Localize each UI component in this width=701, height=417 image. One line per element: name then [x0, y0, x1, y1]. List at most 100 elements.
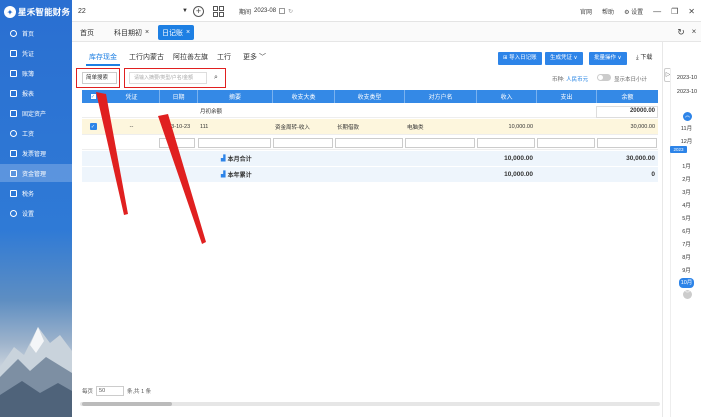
sidebar-item-fixed-assets[interactable]: 固定资产: [0, 104, 72, 122]
col-expense[interactable]: 支出: [536, 90, 596, 103]
settings-link[interactable]: ⚙ 设置: [624, 7, 643, 16]
refresh-icon[interactable]: ↻: [675, 26, 687, 38]
apps-button[interactable]: [213, 0, 224, 22]
minimize-icon[interactable]: —: [653, 7, 661, 16]
row-checkbox[interactable]: ✓: [89, 123, 97, 130]
chart-icon: ▟: [221, 156, 226, 162]
download-button[interactable]: ⤓ 下载: [636, 52, 652, 65]
date-range-end[interactable]: 2023-10: [672, 87, 701, 98]
chevron-down-icon: ﹀: [258, 54, 266, 61]
close-tab-icon[interactable]: ×: [145, 29, 149, 36]
pagination: 每页 50 条,共 1 条: [82, 386, 152, 396]
new-summary-input[interactable]: [198, 138, 271, 148]
close-all-icon[interactable]: ×: [689, 26, 699, 38]
daily-subtotal-toggle[interactable]: [597, 74, 611, 81]
subtab-more[interactable]: 更多 ﹀: [240, 50, 269, 66]
page-size-input[interactable]: 50: [96, 386, 125, 396]
import-icon: ⊞: [503, 55, 508, 61]
new-counterparty-input[interactable]: [405, 138, 475, 148]
help-link[interactable]: 帮助: [602, 7, 614, 16]
settings-icon: [10, 209, 17, 217]
month-item[interactable]: 5月: [671, 214, 701, 224]
account-selector[interactable]: 22: [78, 0, 86, 22]
sidebar-item-home[interactable]: 首页: [0, 24, 72, 42]
month-item[interactable]: 2月: [671, 175, 701, 185]
new-expense-input[interactable]: [537, 138, 595, 148]
scroll-down-icon[interactable]: ︾: [683, 290, 692, 299]
month-item[interactable]: 7月: [671, 240, 701, 250]
select-all-cell[interactable]: ✓: [82, 90, 104, 103]
tab-journal[interactable]: 日记账 ×: [158, 25, 195, 40]
row-date: 2023-10-23: [162, 123, 191, 130]
col-counterparty: 对方户名: [404, 90, 476, 103]
new-type-input[interactable]: [335, 138, 403, 148]
account-dropdown-icon[interactable]: ▼: [182, 0, 188, 22]
opening-balance-label: 月初余额: [200, 108, 223, 115]
tab-home[interactable]: 首页: [76, 25, 98, 40]
close-icon[interactable]: ✕: [688, 7, 695, 16]
subtab-cash[interactable]: 库存现金: [86, 50, 120, 66]
add-button[interactable]: +: [193, 0, 204, 22]
col-income[interactable]: 收入: [476, 90, 536, 103]
subtab-icbc[interactable]: 工行: [214, 50, 234, 66]
col-summary: 摘要: [197, 90, 272, 103]
sidebar-item-tax[interactable]: 税务: [0, 184, 72, 202]
month-item[interactable]: 6月: [671, 227, 701, 237]
salary-icon: [10, 129, 17, 137]
annotation-box-mode: [76, 68, 120, 88]
tax-icon: [10, 189, 17, 197]
col-voucher: 凭证: [125, 95, 138, 101]
month-item[interactable]: 1月: [671, 162, 701, 172]
logo-text: 星禾智能财务: [18, 7, 71, 17]
col-category: 收支大类: [272, 90, 334, 103]
date-range-start[interactable]: 2023-10: [672, 73, 701, 84]
new-balance-input[interactable]: [597, 138, 657, 148]
annotation-box-search: [124, 68, 226, 88]
sidebar-item-report[interactable]: 报表: [0, 84, 72, 102]
official-site-link[interactable]: 官网: [580, 7, 592, 16]
ledger-icon: [10, 69, 17, 77]
month-item[interactable]: 11月: [671, 124, 701, 134]
logo-icon: ✦: [4, 6, 16, 18]
month-item[interactable]: 9月: [671, 266, 701, 276]
tab-bar: 首页 科目期初 × 日记账 × ↻ ×: [72, 22, 701, 42]
generate-voucher-button[interactable]: 生成凭证 ∨: [545, 52, 583, 65]
batch-operation-button[interactable]: 批量操作 ∨: [589, 52, 627, 65]
sidebar-item-funds[interactable]: 资金管理: [0, 164, 72, 182]
import-journal-button[interactable]: ⊞ 导入日记账: [498, 52, 542, 65]
row-voucher: --: [129, 123, 134, 130]
select-all-checkbox[interactable]: ✓: [89, 93, 97, 100]
year-total-balance: 0: [651, 171, 655, 178]
month-item[interactable]: 3月: [671, 188, 701, 198]
period-selector[interactable]: 期间 2023-08 ↻: [239, 0, 293, 22]
subtab-icbc-inner-mongolia[interactable]: 工行内蒙古: [126, 50, 167, 66]
month-item[interactable]: 8月: [671, 253, 701, 263]
sidebar: ✦ 星禾智能财务 首页 凭证 账簿 报表 固定资产 工资 发票管理 资金管理 税…: [0, 0, 72, 417]
invoice-icon: [10, 149, 17, 157]
new-income-input[interactable]: [477, 138, 535, 148]
top-bar: 22 ▼ + 期间 2023-08 ↻ 官网 帮助 ⚙ 设置 — ❐ ✕: [72, 0, 701, 22]
chevron-down-icon: ∨: [617, 55, 622, 61]
new-date-input[interactable]: [159, 138, 195, 148]
report-icon: [10, 89, 17, 97]
restore-icon[interactable]: ❐: [671, 7, 678, 16]
month-item[interactable]: 4月: [671, 201, 701, 211]
sidebar-item-voucher[interactable]: 凭证: [0, 44, 72, 62]
calendar-icon: [279, 8, 286, 14]
mountain-background: [0, 327, 72, 417]
month-item-active[interactable]: 10月: [671, 278, 701, 288]
scroll-up-icon[interactable]: ︽: [683, 112, 692, 121]
col-balance: 余额: [596, 90, 658, 103]
close-tab-icon[interactable]: ×: [186, 29, 190, 36]
horizontal-scrollbar[interactable]: [80, 402, 660, 406]
sidebar-item-ledger[interactable]: 账簿: [0, 64, 72, 82]
tab-subject-opening[interactable]: 科目期初 ×: [110, 25, 153, 40]
table-row[interactable]: ✓ -- 2023-10-23 111 资金周转-收入 长期借款 电脑类 10,…: [82, 119, 658, 135]
col-date[interactable]: 日期: [159, 90, 197, 103]
subtab-alxa-left[interactable]: 阿拉善左旗: [170, 50, 211, 66]
sidebar-item-settings[interactable]: 设置: [0, 204, 72, 222]
new-category-input[interactable]: [273, 138, 333, 148]
sidebar-item-invoice[interactable]: 发票管理: [0, 144, 72, 162]
sidebar-item-salary[interactable]: 工资: [0, 124, 72, 142]
app-logo[interactable]: ✦ 星禾智能财务: [4, 5, 70, 19]
